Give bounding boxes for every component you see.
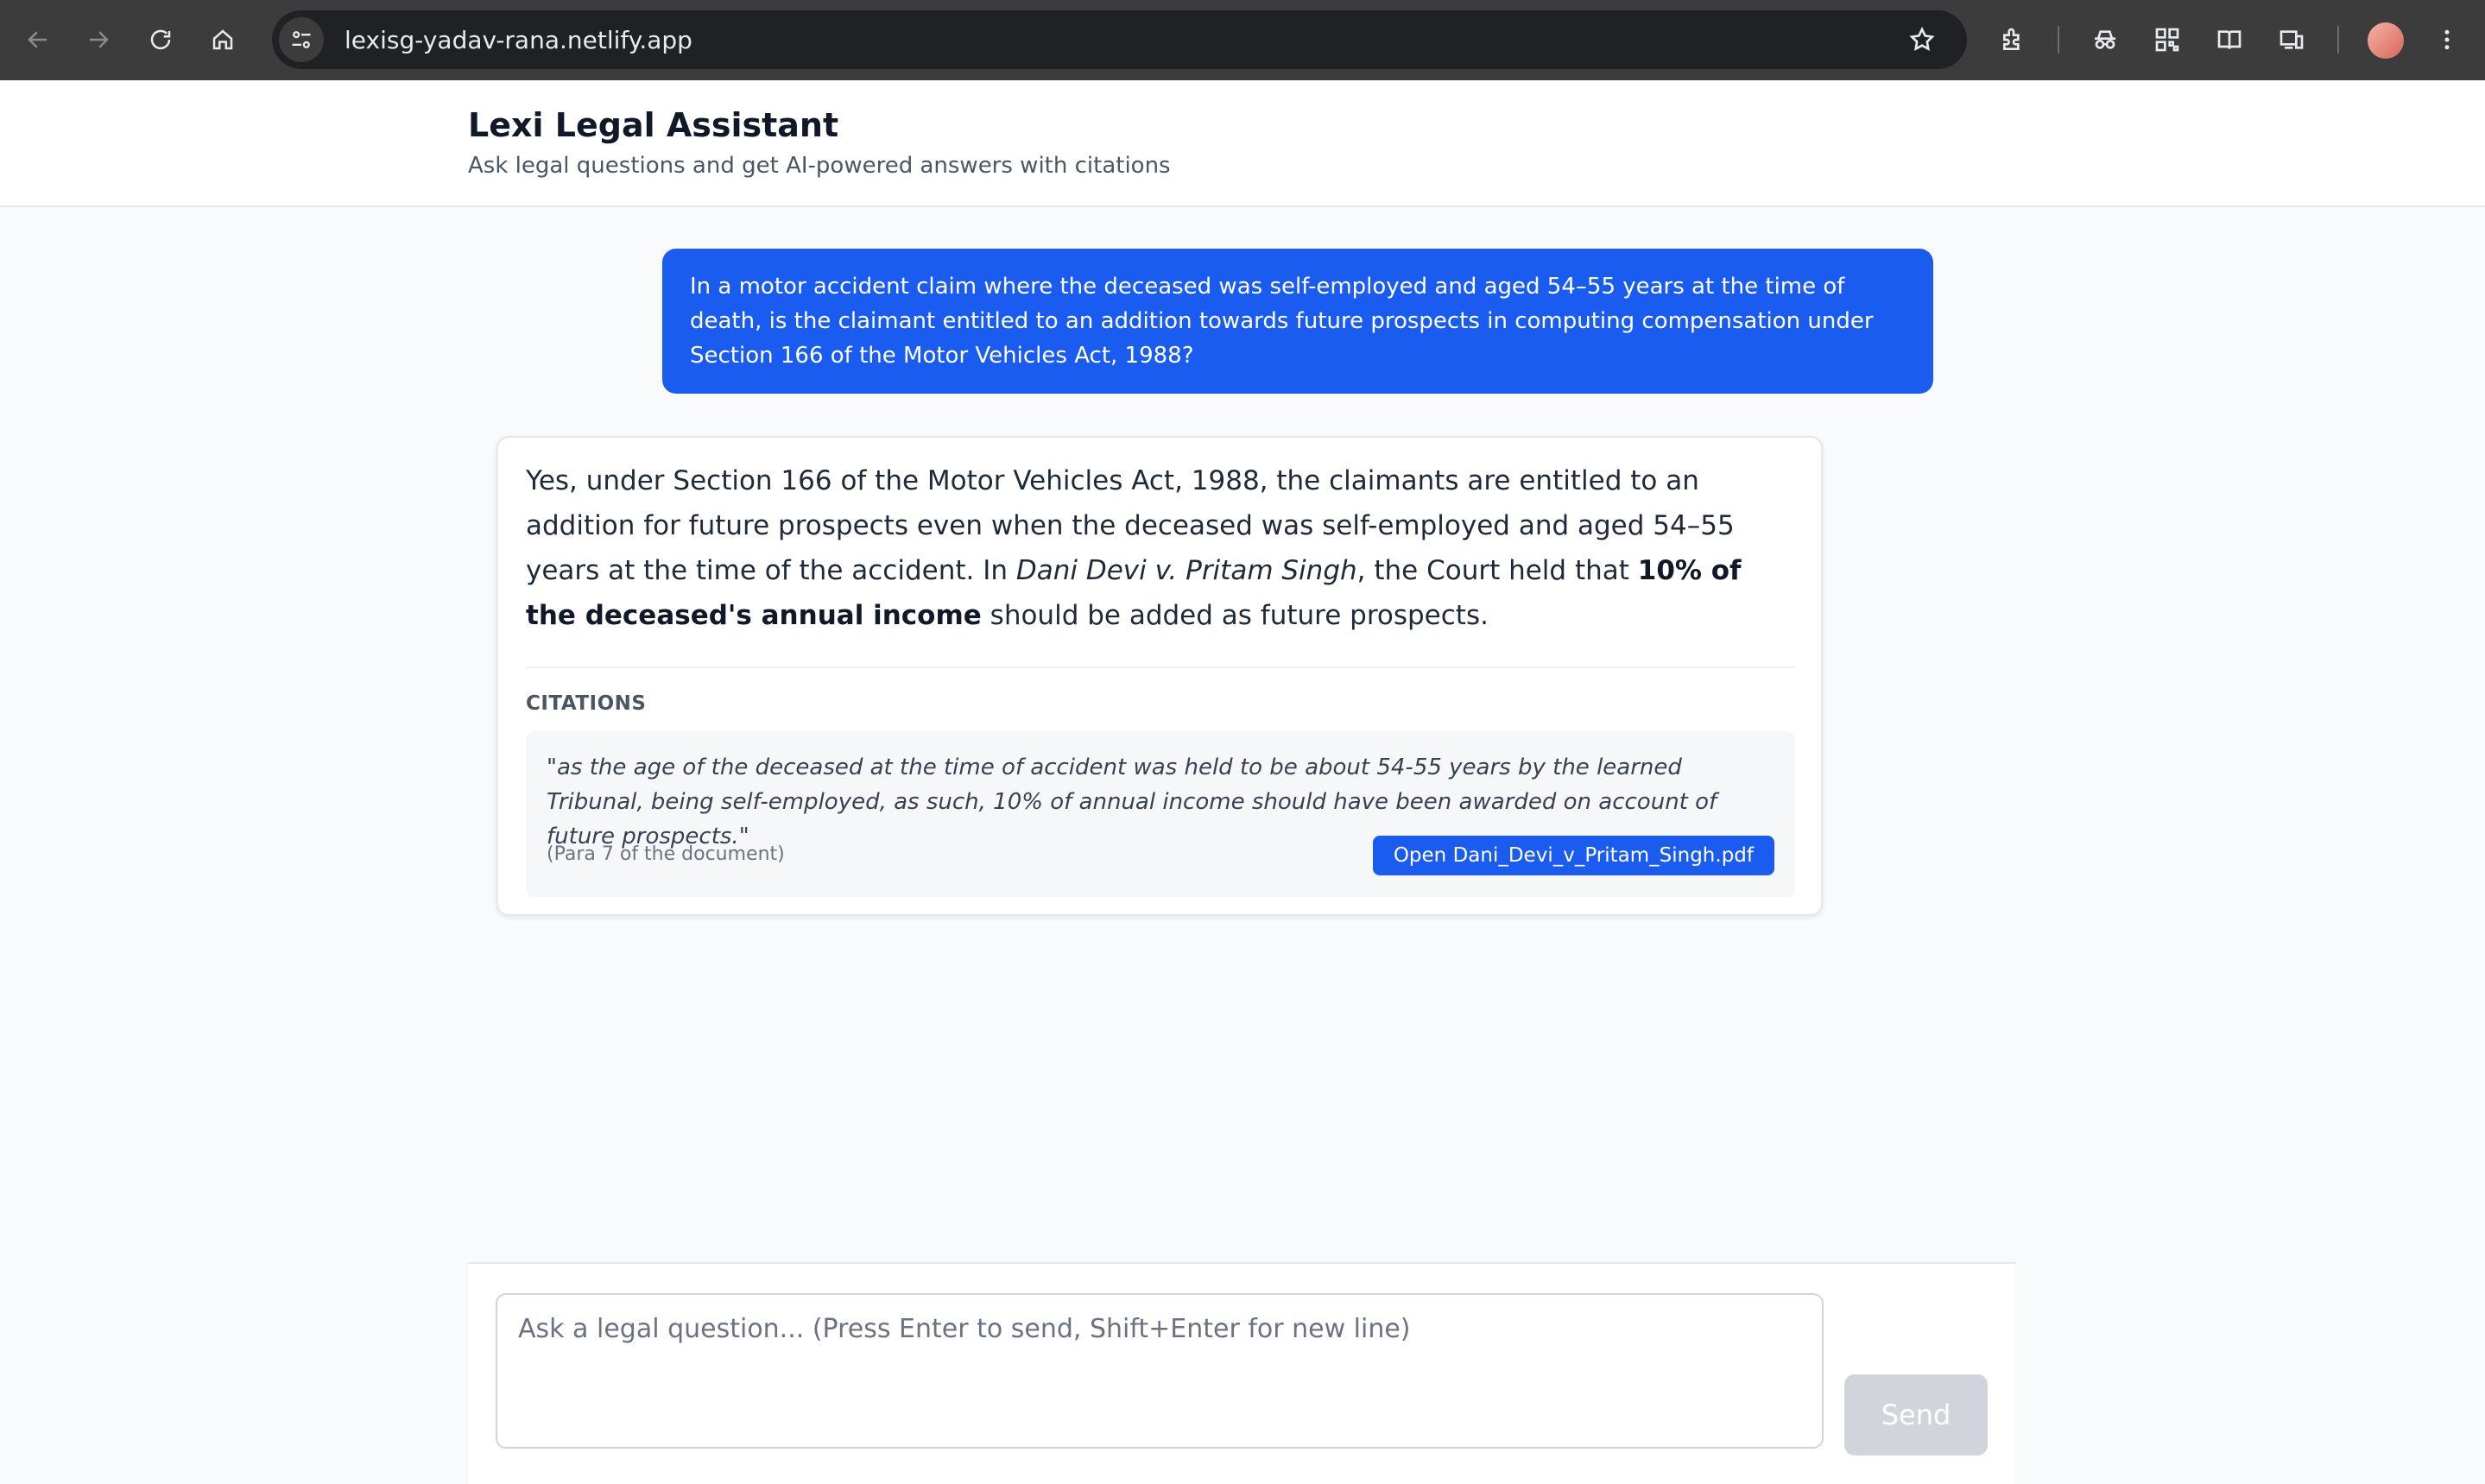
answer-text-part: , the Court held that (1356, 555, 1638, 586)
profile-avatar[interactable] (2368, 22, 2404, 59)
composer: Send (468, 1262, 2015, 1484)
question-input[interactable] (496, 1293, 1824, 1449)
devices-icon[interactable] (2271, 19, 2312, 60)
url-text[interactable]: lexisg-yadav-rana.netlify.app (345, 26, 1900, 54)
site-info-icon[interactable] (279, 17, 324, 62)
citation-paragraph-ref: (Para 7 of the document) (547, 843, 785, 865)
reading-mode-icon[interactable] (2209, 19, 2250, 60)
answer-divider (526, 666, 1795, 668)
incognito-icon[interactable] (2084, 19, 2126, 60)
answer-text: Yes, under Section 166 of the Motor Vehi… (526, 458, 1769, 638)
open-pdf-button[interactable]: Open Dani_Devi_v_Pritam_Singh.pdf (1372, 836, 1774, 875)
user-message-bubble: In a motor accident claim where the dece… (662, 249, 1933, 394)
extensions-icon[interactable] (1993, 19, 2034, 60)
answer-text-part: should be added as future prospects. (981, 600, 1489, 631)
bookmark-star-icon[interactable] (1900, 17, 1944, 62)
reload-icon[interactable] (140, 19, 181, 60)
toolbar-separator (2058, 26, 2059, 54)
address-bar[interactable]: lexisg-yadav-rana.netlify.app (272, 10, 1967, 69)
toolbar-separator (2337, 26, 2339, 54)
case-name: Dani Devi v. Pritam Singh (1015, 555, 1357, 586)
browser-toolbar: lexisg-yadav-rana.netlify.app (0, 0, 2485, 80)
page-title: Lexi Legal Assistant (468, 106, 839, 144)
forward-icon[interactable] (78, 19, 119, 60)
citation-item: "as the age of the deceased at the time … (526, 731, 1795, 897)
assistant-answer-card: Yes, under Section 166 of the Motor Vehi… (496, 436, 1823, 916)
send-button[interactable]: Send (1844, 1374, 1988, 1456)
app-header: Lexi Legal Assistant Ask legal questions… (0, 80, 2485, 207)
qr-code-icon[interactable] (2147, 19, 2188, 60)
menu-icon[interactable] (2426, 19, 2468, 60)
back-icon[interactable] (17, 19, 59, 60)
home-icon[interactable] (202, 19, 243, 60)
citations-heading: CITATIONS (526, 692, 647, 715)
page-subtitle: Ask legal questions and get AI-powered a… (468, 153, 1171, 179)
